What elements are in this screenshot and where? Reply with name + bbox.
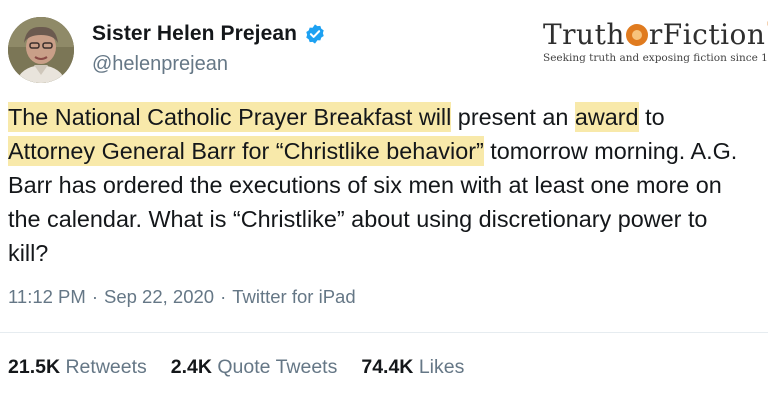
meta-separator: ·: [220, 286, 227, 307]
retweets-label: Retweets: [65, 356, 147, 378]
retweets-stat[interactable]: 21.5K Retweets: [8, 356, 147, 379]
logo-o-target-icon: [625, 24, 648, 46]
tweet-date[interactable]: Sep 22, 2020: [104, 286, 214, 307]
likes-stat[interactable]: 74.4K Likes: [361, 356, 464, 379]
tweet-card: Sister Helen Prejean @helenprejean Truth…: [0, 0, 768, 402]
highlighted-phrase: Attorney General Barr for “Christlike be…: [8, 136, 484, 166]
quote-tweets-stat[interactable]: 2.4K Quote Tweets: [171, 356, 338, 379]
logo-wordmark: TruthrFiction?: [543, 17, 768, 51]
name-row: Sister Helen Prejean: [92, 22, 326, 46]
logo-word-fiction: rFiction: [648, 18, 766, 51]
author-block: Sister Helen Prejean @helenprejean: [92, 22, 326, 76]
highlighted-phrase: award: [574, 102, 639, 132]
tweet-text: The National Catholic Prayer Breakfast w…: [8, 100, 748, 270]
retweets-count: 21.5K: [8, 356, 61, 378]
meta-separator: ·: [91, 286, 98, 307]
tweet-time[interactable]: 11:12 PM: [8, 286, 86, 307]
tweet-stats: 21.5K Retweets 2.4K Quote Tweets 74.4K L…: [8, 356, 464, 379]
user-handle[interactable]: @helenprejean: [92, 53, 326, 76]
divider: [0, 332, 768, 333]
display-name[interactable]: Sister Helen Prejean: [92, 22, 297, 46]
tweet-meta: 11:12 PM · Sep 22, 2020 · Twitter for iPad: [8, 286, 356, 308]
tweet-text-segment: present an: [451, 104, 575, 130]
tweet-source[interactable]: Twitter for iPad: [232, 286, 355, 307]
logo-tagline: Seeking truth and exposing fiction since…: [543, 52, 768, 64]
tweet-text-segment: to: [638, 104, 665, 130]
logo-word-truth: Truth: [543, 18, 625, 51]
highlighted-phrase: The National Catholic Prayer Breakfast w…: [8, 102, 452, 132]
likes-count: 74.4K: [361, 356, 414, 378]
likes-label: Likes: [418, 356, 465, 378]
quote-tweets-label: Quote Tweets: [217, 356, 338, 378]
avatar-image: [8, 17, 74, 83]
quote-tweets-count: 2.4K: [170, 356, 212, 378]
verified-badge-icon: [304, 23, 326, 45]
avatar[interactable]: [8, 17, 74, 83]
truth-or-fiction-logo: TruthrFiction? Seeking truth and exposin…: [543, 17, 768, 64]
